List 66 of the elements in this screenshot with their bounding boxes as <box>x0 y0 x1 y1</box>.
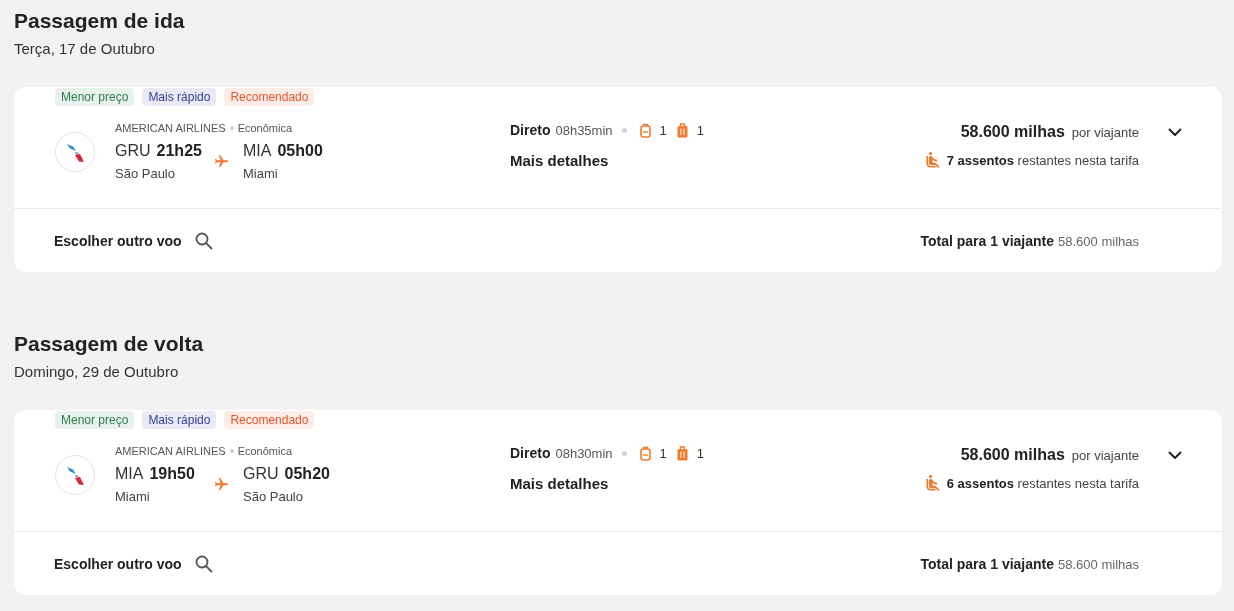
suitcase-icon <box>676 122 688 138</box>
departure-time: 21h25 <box>156 141 202 161</box>
suitcase-icon <box>676 445 688 461</box>
section-date: Terça, 17 de Outubro <box>14 39 155 59</box>
choose-another-flight-button[interactable]: Escolher outro voo <box>54 231 213 250</box>
flight-tag: Mais rápido <box>142 411 217 429</box>
flight-tag: Recomendado <box>224 411 315 429</box>
separator-dot-icon <box>621 450 627 456</box>
airplane-icon <box>215 478 228 491</box>
section-title: Passagem de ida <box>14 8 185 34</box>
airport-code: MIA <box>115 464 144 484</box>
suitcase-count: 1 <box>696 122 705 138</box>
backpack-count: 1 <box>659 445 667 461</box>
flight-duration: 08h35min <box>555 122 613 138</box>
airline-name: AMERICAN AIRLINES <box>115 444 226 458</box>
cabin-class: Econômica <box>237 444 293 458</box>
price-unit: por viajante <box>1071 124 1139 142</box>
price-per-traveler: 58.600 milhas <box>960 122 1065 142</box>
search-icon <box>194 231 213 250</box>
city-name: São Paulo <box>243 488 303 506</box>
seat-icon <box>925 475 940 491</box>
chevron-icon[interactable] <box>1168 451 1182 460</box>
backpack-icon <box>639 445 651 461</box>
separator-dot-icon <box>621 127 627 133</box>
stops-label: Direto <box>510 445 551 461</box>
cabin-class: Econômica <box>237 121 293 135</box>
total-value: 58.600 milhas <box>1058 233 1139 249</box>
airport-code: GRU <box>115 141 151 161</box>
airline-logo-icon <box>55 132 95 172</box>
airline-logo-icon <box>55 455 95 495</box>
airline-name: AMERICAN AIRLINES <box>115 121 226 135</box>
flight-tag: Menor preço <box>55 88 135 106</box>
chevron-icon[interactable] <box>1168 128 1182 137</box>
city-name: Miami <box>243 165 278 183</box>
details-link[interactable]: Mais detalhes <box>510 474 609 494</box>
arrival-time: 05h00 <box>277 141 323 161</box>
airplane-icon <box>215 155 228 168</box>
departure-time: 19h50 <box>149 464 195 484</box>
backpack-count: 1 <box>659 122 667 138</box>
choose-another-flight-button[interactable]: Escolher outro voo <box>54 554 213 573</box>
city-name: São Paulo <box>115 165 175 183</box>
flight-tag: Mais rápido <box>142 88 217 106</box>
flight-tag: Menor preço <box>55 411 135 429</box>
stops-label: Direto <box>510 122 551 138</box>
seats-remaining: 7 assentos restantes nesta tarifa <box>946 152 1139 168</box>
airport-code: MIA <box>243 141 272 161</box>
seat-icon <box>925 152 940 168</box>
city-name: Miami <box>115 488 150 506</box>
flight-duration: 08h30min <box>555 445 613 461</box>
separator-dot-icon <box>229 126 234 130</box>
backpack-icon <box>639 122 651 138</box>
section-date: Domingo, 29 de Outubro <box>14 362 179 382</box>
details-link[interactable]: Mais detalhes <box>510 151 609 171</box>
airport-code: GRU <box>243 464 279 484</box>
suitcase-count: 1 <box>696 445 705 461</box>
arrival-time: 05h20 <box>284 464 330 484</box>
total-value: 58.600 milhas <box>1058 556 1139 572</box>
search-icon <box>194 554 213 573</box>
total-label: Total para 1 viajante <box>920 232 1055 249</box>
flight-tag: Recomendado <box>224 88 315 106</box>
price-unit: por viajante <box>1071 447 1139 465</box>
price-per-traveler: 58.600 milhas <box>960 445 1065 465</box>
section-title: Passagem de volta <box>14 331 204 357</box>
total-label: Total para 1 viajante <box>920 555 1055 572</box>
seats-remaining: 6 assentos restantes nesta tarifa <box>946 475 1139 491</box>
separator-dot-icon <box>229 449 234 453</box>
